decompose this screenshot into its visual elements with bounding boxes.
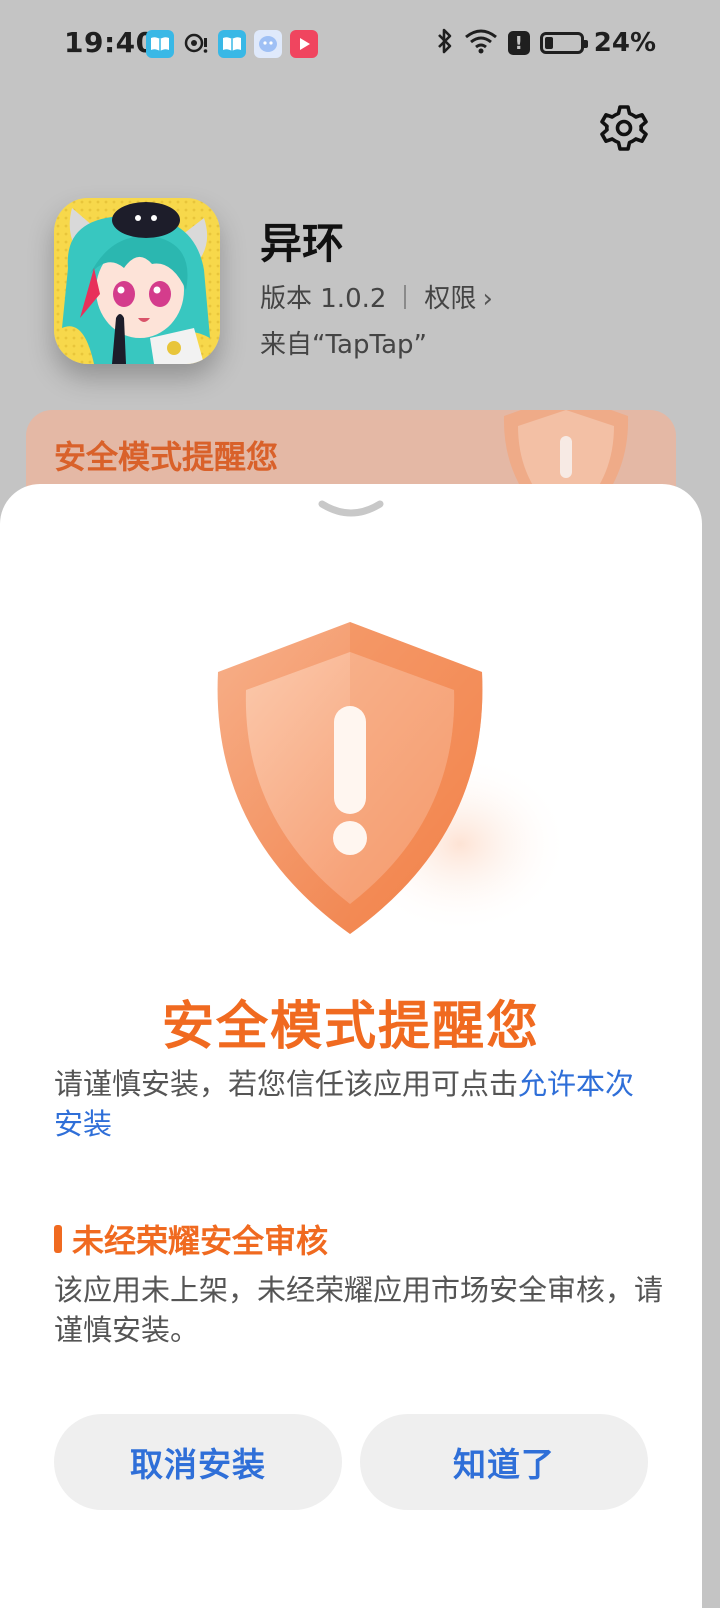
- description-text: 请谨慎安装，若您信任该应用可点击: [54, 1067, 519, 1101]
- app-name: 异环: [260, 219, 345, 268]
- sheet-title: 安全模式提醒您: [161, 997, 540, 1057]
- book-app-icon: [218, 30, 246, 58]
- meta-divider: [404, 284, 407, 309]
- collapse-chevron-icon[interactable]: [318, 498, 384, 524]
- security-alert-sheet: 安全模式提醒您 请谨慎安装，若您信任该应用可点击允许本次安装 未经荣耀安全审核 …: [0, 484, 702, 1608]
- section-header: 未经荣耀安全审核: [54, 1216, 328, 1262]
- alert-icon: !: [507, 31, 530, 55]
- battery-icon: [539, 32, 588, 54]
- section-title: 未经荣耀安全审核: [72, 1222, 329, 1260]
- cancel-install-button[interactable]: 取消安装: [54, 1414, 342, 1510]
- section-body: 该应用未上架，未经荣耀应用市场安全审核，请谨慎安装。: [54, 1273, 664, 1347]
- wifi-icon: [464, 28, 498, 58]
- status-right: ! 24%: [436, 28, 656, 58]
- battery-percent: 24%: [593, 28, 656, 58]
- permissions-label: 权限: [424, 284, 477, 314]
- settings-gear-icon[interactable]: [600, 104, 648, 152]
- app-icon: [54, 198, 220, 364]
- qq-icon: [182, 30, 210, 58]
- app-version: 版本 1.0.2: [260, 284, 387, 314]
- permissions-link[interactable]: 权限 ›: [424, 278, 492, 315]
- chevron-right-icon: ›: [482, 284, 493, 314]
- app-source: 来自“TapTap”: [260, 330, 427, 360]
- battery-level: [544, 37, 553, 49]
- video-app-icon: [290, 30, 318, 58]
- notification-icons: [146, 30, 318, 58]
- app-meta-row: 版本 1.0.2 权限 ›: [260, 278, 493, 315]
- chat-app-icon: [254, 30, 282, 58]
- sheet-description: 请谨慎安装，若您信任该应用可点击允许本次安装: [54, 1064, 654, 1144]
- status-bar: 19:40 ! 24%: [0, 0, 720, 92]
- bluetooth-icon: [436, 28, 454, 58]
- got-it-button[interactable]: 知道了: [360, 1414, 648, 1510]
- warning-shield-icon: [217, 622, 560, 934]
- section-accent-bar: [54, 1225, 62, 1253]
- book-app-icon: [146, 30, 174, 58]
- status-time: 19:40: [64, 26, 156, 59]
- security-banner-title: 安全模式提醒您: [54, 438, 279, 476]
